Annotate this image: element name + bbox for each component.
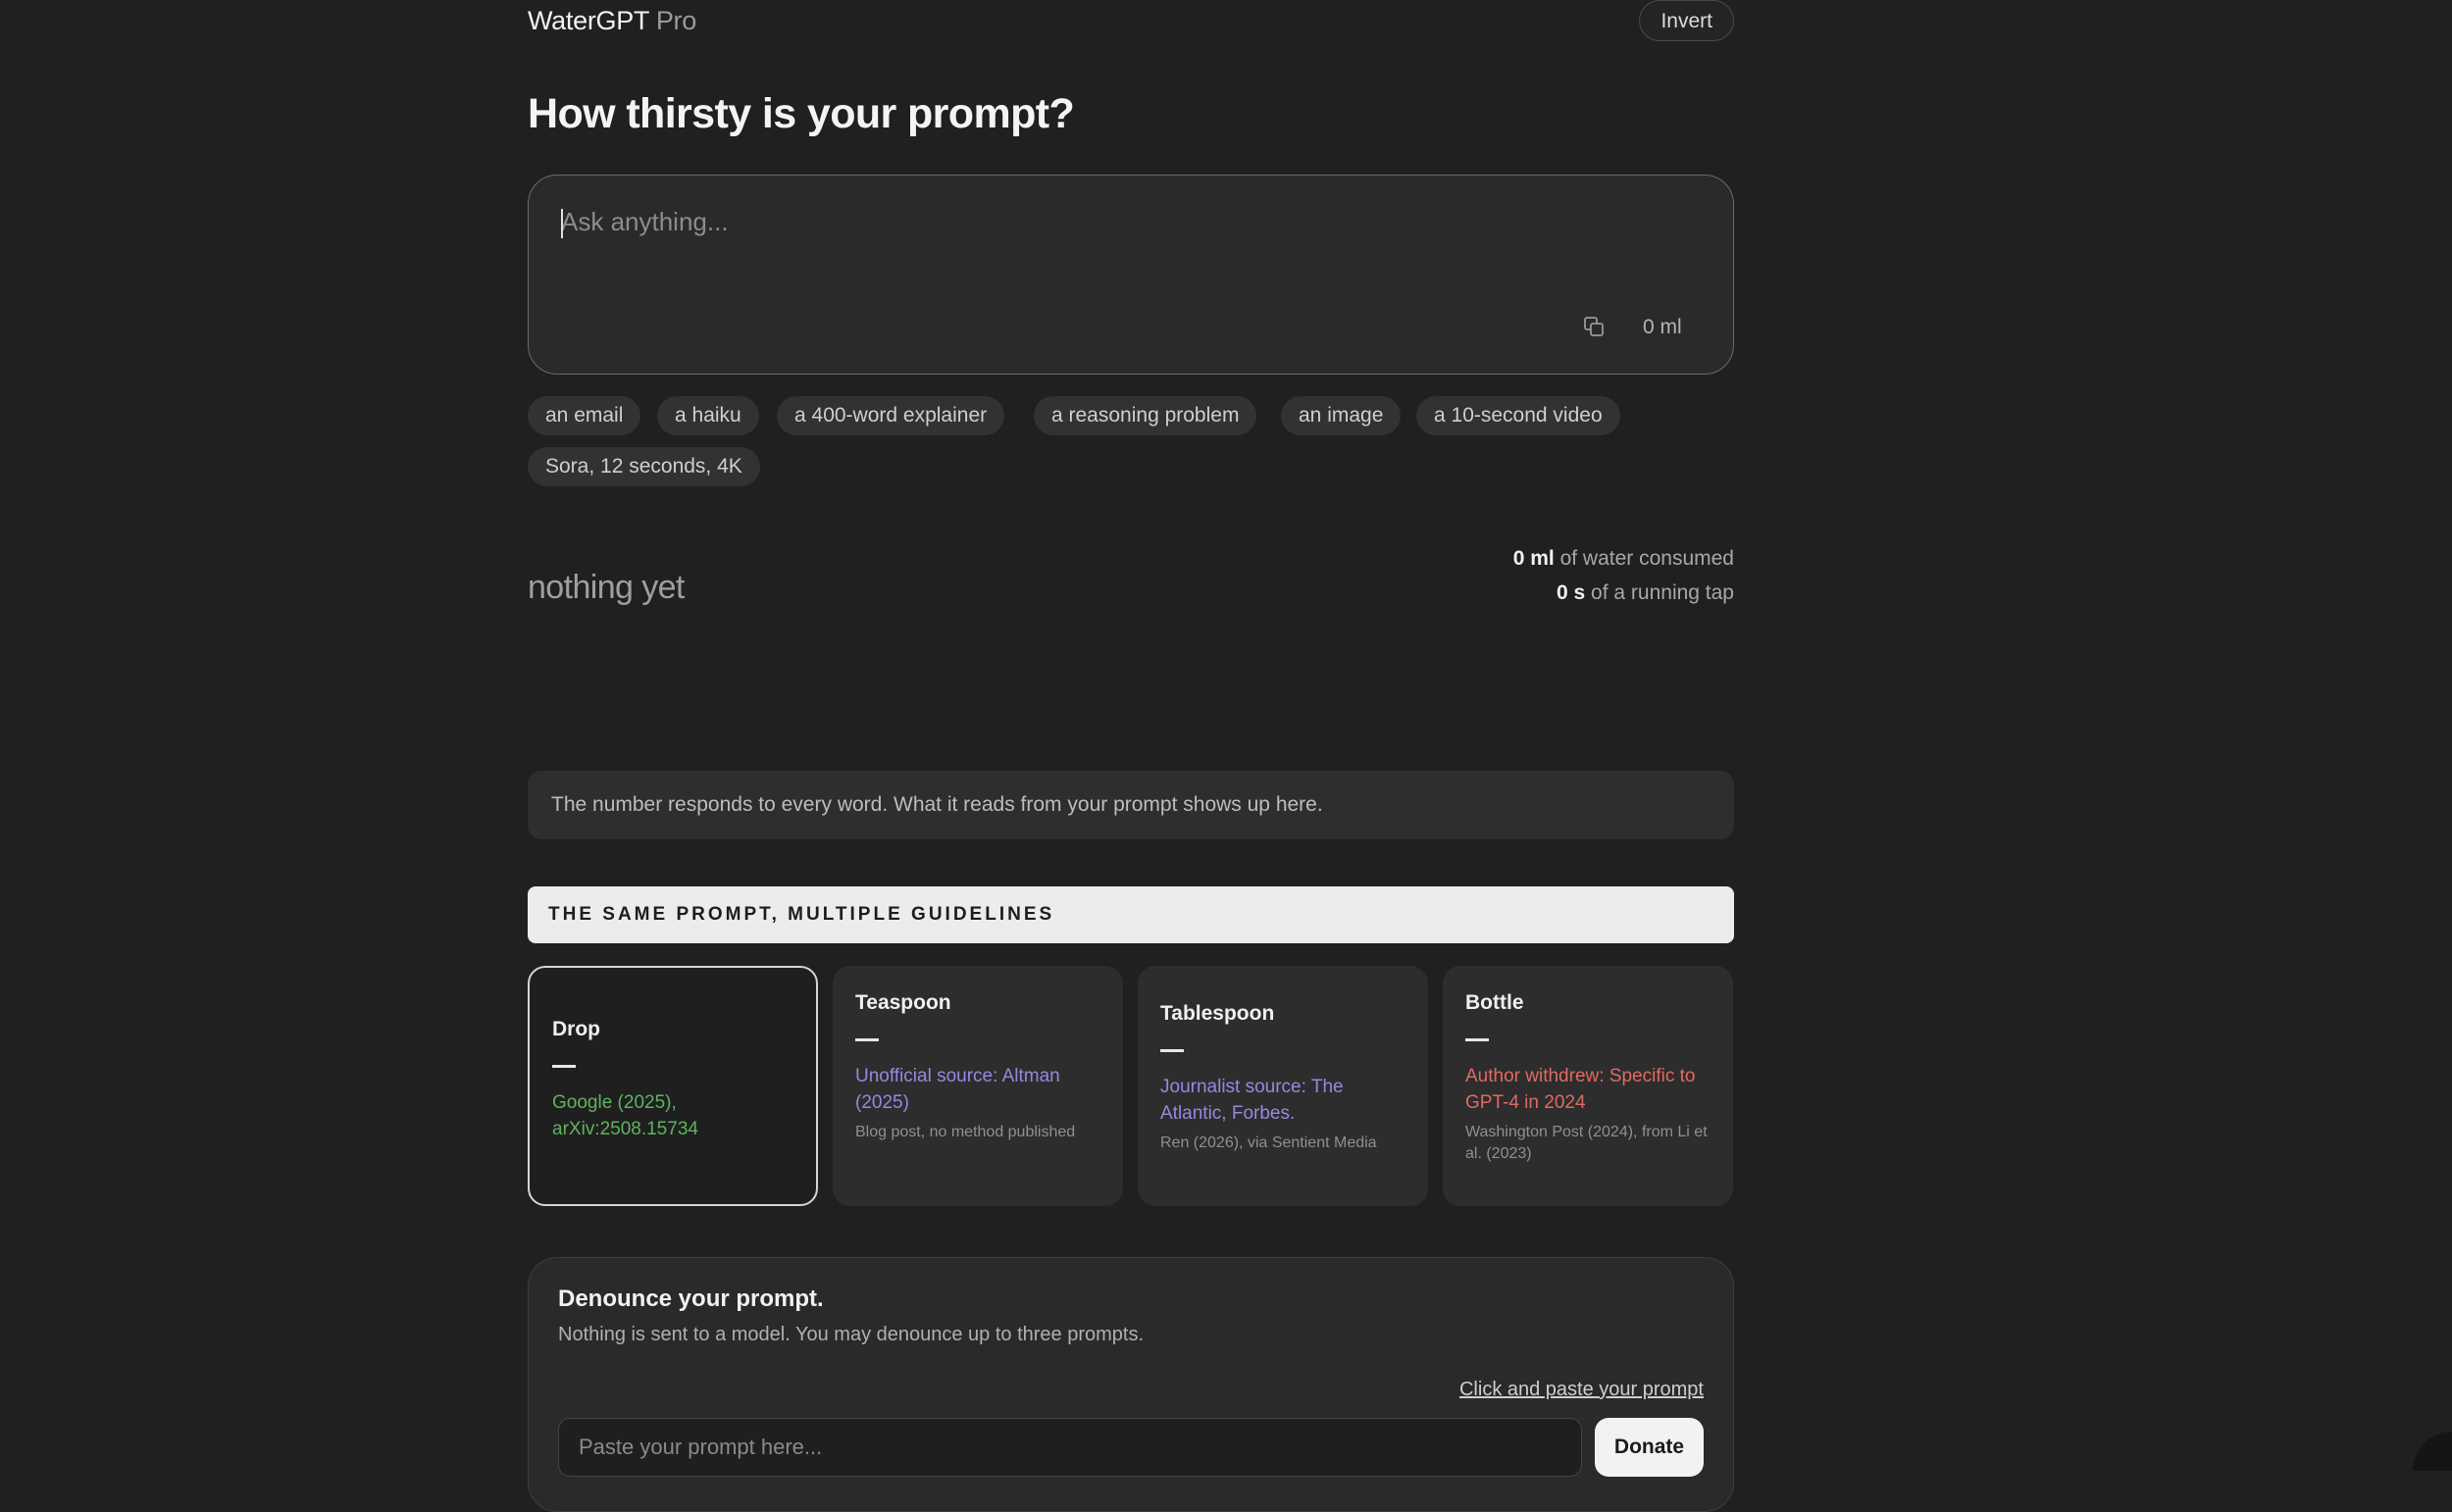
water-stat: 0 ml of water consumed xyxy=(1513,541,1734,576)
prompt-placeholder: Ask anything... xyxy=(561,207,729,236)
tap-stat: 0 s of a running tap xyxy=(1513,576,1734,610)
brand-suffix: Pro xyxy=(655,6,696,35)
card-name: Bottle xyxy=(1465,991,1524,1014)
card-name: Teaspoon xyxy=(855,991,951,1014)
window-corner xyxy=(2413,1432,2452,1471)
card-dash xyxy=(1160,1049,1184,1052)
chip-reasoning[interactable]: a reasoning problem xyxy=(1034,396,1257,435)
hint-banner: The number responds to every word. What … xyxy=(528,771,1734,839)
page-title: How thirsty is your prompt? xyxy=(528,90,1075,137)
card-name: Drop xyxy=(552,1018,600,1040)
brand-logo: WaterGPT Pro xyxy=(528,6,696,36)
guideline-card-tablespoon[interactable]: Tablespoon Journalist source: The Atlant… xyxy=(1138,966,1428,1206)
denounce-title: Denounce your prompt. xyxy=(558,1285,824,1312)
guideline-card-teaspoon[interactable]: Teaspoon Unofficial source: Altman (2025… xyxy=(833,966,1123,1206)
card-source: Journalist source: The Atlantic, Forbes. xyxy=(1160,1077,1344,1124)
chip-explainer[interactable]: a 400-word explainer xyxy=(777,396,1005,435)
card-dash xyxy=(855,1038,879,1041)
chip-image[interactable]: an image xyxy=(1281,396,1402,435)
chip-haiku[interactable]: a haiku xyxy=(657,396,759,435)
paste-prompt-input[interactable]: Paste your prompt here... xyxy=(558,1418,1582,1477)
ml-readout: 0 ml xyxy=(1643,316,1682,338)
brand-name: WaterGPT xyxy=(528,6,649,35)
invert-button[interactable]: Invert xyxy=(1639,0,1734,41)
guideline-card-bottle[interactable]: Bottle Author withdrew: Specific to GPT-… xyxy=(1443,966,1733,1206)
card-note: Blog post, no method published xyxy=(855,1124,1076,1140)
card-name: Tablespoon xyxy=(1160,1002,1275,1025)
text-caret xyxy=(561,209,563,238)
water-value: 0 ml xyxy=(1512,547,1555,570)
tap-label: of a running tap xyxy=(1591,581,1734,604)
guidelines-heading: THE SAME PROMPT, MULTIPLE GUIDELINES xyxy=(528,886,1734,943)
paste-prompt-link[interactable]: Click and paste your prompt xyxy=(1459,1379,1704,1401)
copy-icon[interactable] xyxy=(1582,315,1608,340)
chip-sora[interactable]: Sora, 12 seconds, 4K xyxy=(528,447,760,486)
card-source: Unofficial source: Altman (2025) xyxy=(855,1066,1060,1113)
chip-video[interactable]: a 10-second video xyxy=(1416,396,1620,435)
result-empty-text: nothing yet xyxy=(528,569,685,606)
donate-button[interactable]: Donate xyxy=(1595,1418,1704,1477)
card-dash xyxy=(552,1065,576,1068)
denounce-panel: Denounce your prompt. Nothing is sent to… xyxy=(528,1257,1734,1512)
denounce-subtitle: Nothing is sent to a model. You may deno… xyxy=(558,1324,1145,1345)
tap-value: 0 s xyxy=(1557,581,1586,604)
prompt-input[interactable]: Ask anything... 0 ml xyxy=(528,175,1734,375)
card-note: Ren (2026), via Sentient Media xyxy=(1160,1134,1377,1151)
main-column: WaterGPT Pro Invert How thirsty is your … xyxy=(528,0,1734,1512)
guideline-card-drop[interactable]: Drop Google (2025), arXiv:2508.15734 xyxy=(528,966,818,1206)
stats-panel: 0 ml of water consumed 0 s of a running … xyxy=(1513,541,1734,610)
chip-email[interactable]: an email xyxy=(528,396,641,435)
card-note: Washington Post (2024), from Li et al. (… xyxy=(1465,1124,1708,1162)
water-label: of water consumed xyxy=(1559,547,1734,570)
card-source: Google (2025), arXiv:2508.15734 xyxy=(552,1092,698,1139)
card-dash xyxy=(1465,1038,1489,1041)
card-source: Author withdrew: Specific to GPT-4 in 20… xyxy=(1465,1066,1696,1113)
